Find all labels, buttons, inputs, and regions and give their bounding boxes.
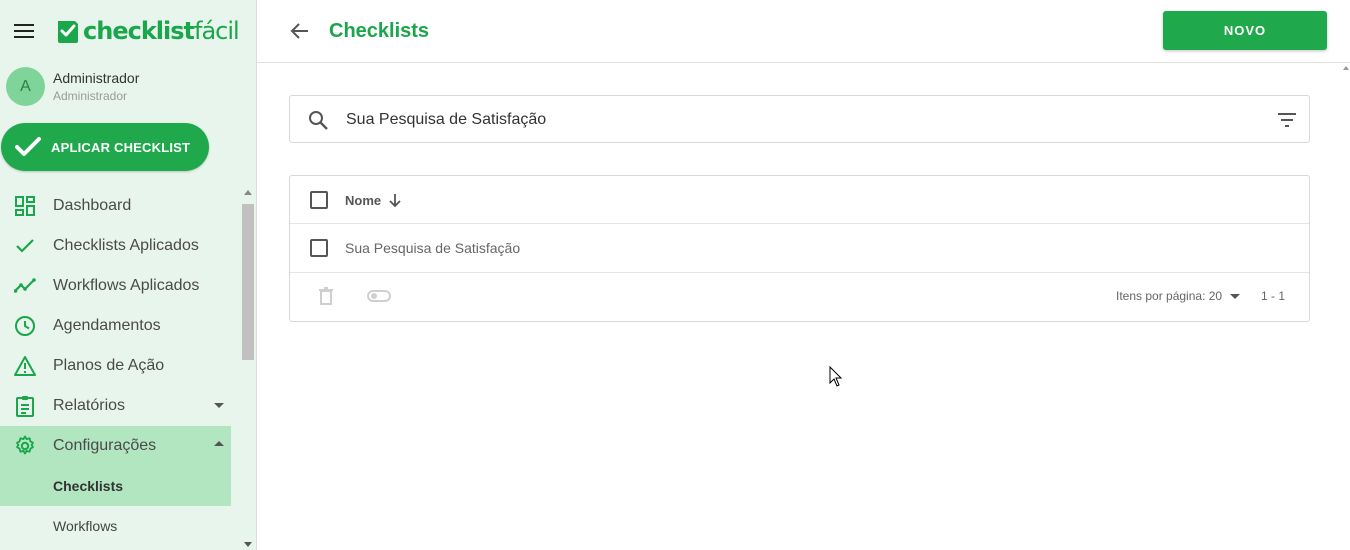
user-profile[interactable]: A Administrador Administrador — [6, 67, 139, 106]
column-header-nome[interactable]: Nome — [345, 192, 403, 208]
chevron-down-icon — [1230, 293, 1241, 299]
check-icon — [15, 137, 41, 156]
filter-icon[interactable] — [1276, 110, 1298, 130]
select-all-checkbox[interactable] — [310, 191, 328, 209]
sidebar-item-label: Agendamentos — [53, 317, 161, 334]
sidebar-item-label: Configurações — [53, 437, 157, 454]
sidebar-item-label: Workflows Aplicados — [53, 277, 200, 294]
brand-logo[interactable]: checklistfácil — [56, 16, 240, 46]
arrow-down-icon — [389, 194, 401, 208]
sidebar-item-label: Dashboard — [53, 197, 132, 214]
sidebar-subitem-workflows[interactable]: Workflows — [0, 506, 231, 546]
page-title: Checklists — [329, 20, 430, 42]
warning-icon — [14, 356, 36, 376]
logo-text: checklistfácil — [83, 17, 240, 45]
sidebar-subitem-label: Workflows — [53, 518, 118, 534]
table-header: Nome — [290, 176, 1309, 224]
mouse-cursor-icon — [829, 366, 843, 387]
back-arrow-icon[interactable] — [289, 20, 311, 42]
dashboard-icon — [15, 196, 35, 216]
sidebar-header: checklistfácil — [0, 0, 256, 62]
user-role: Administrador — [53, 89, 128, 103]
sidebar-item-checklists-aplicados[interactable]: Checklists Aplicados — [0, 226, 231, 266]
apply-checklist-button[interactable]: APLICAR CHECKLIST — [1, 123, 209, 171]
items-per-page-label: Itens por página: 20 — [1116, 289, 1223, 303]
sidebar: checklistfácil A Administrador Administr… — [0, 0, 257, 550]
sidebar-subitem-label: Checklists — [53, 478, 124, 494]
search-bar — [289, 95, 1310, 143]
sidebar-item-dashboard[interactable]: Dashboard — [0, 186, 231, 226]
page-header: Checklists NOVO — [257, 0, 1350, 63]
chevron-down-icon[interactable] — [214, 403, 224, 408]
avatar: A — [6, 67, 45, 106]
apply-checklist-label: APLICAR CHECKLIST — [51, 139, 191, 155]
new-checklist-button[interactable]: NOVO — [1163, 11, 1327, 50]
column-header-label: Nome — [345, 192, 382, 208]
chevron-up-icon[interactable] — [214, 441, 224, 446]
trending-up-icon — [14, 278, 36, 293]
clock-icon — [15, 316, 35, 336]
row-checkbox[interactable] — [310, 239, 328, 257]
checklists-table: Nome Sua Pesquisa de Satisfação Itens po… — [289, 175, 1310, 322]
user-name: Administrador — [53, 70, 140, 86]
row-name[interactable]: Sua Pesquisa de Satisfação — [345, 240, 520, 256]
hamburger-menu-icon[interactable] — [14, 24, 36, 42]
main-scroll-up-icon[interactable] — [1343, 66, 1349, 70]
logo-check-icon — [58, 21, 78, 43]
app-window: checklistfácil A Administrador Administr… — [0, 0, 1350, 550]
sidebar-item-label: Checklists Aplicados — [53, 237, 199, 254]
scroll-up-icon[interactable] — [244, 190, 252, 195]
items-per-page-select[interactable]: Itens por página: 20 — [1116, 289, 1241, 303]
sidebar-item-planos-de-acao[interactable]: Planos de Ação — [0, 346, 231, 386]
main-content: Checklists NOVO Nome — [257, 0, 1350, 550]
sidebar-item-workflows-aplicados[interactable]: Workflows Aplicados — [0, 266, 231, 306]
sidebar-item-label: Planos de Ação — [53, 357, 165, 374]
pagination-range: 1 - 1 — [1261, 289, 1286, 303]
sidebar-item-relatorios[interactable]: Relatórios — [0, 386, 231, 426]
table-row[interactable]: Sua Pesquisa de Satisfação — [290, 224, 1309, 273]
sidebar-item-label: Relatórios — [53, 397, 126, 414]
clipboard-icon — [16, 396, 34, 417]
check-icon — [16, 239, 34, 253]
search-input[interactable] — [346, 108, 1246, 132]
scroll-down-icon[interactable] — [244, 542, 252, 547]
search-icon — [309, 111, 328, 130]
toggle-icon[interactable] — [367, 289, 391, 303]
sidebar-subitem-checklists[interactable]: Checklists — [0, 466, 231, 506]
sidebar-scrollbar[interactable] — [240, 186, 255, 550]
table-footer: Itens por página: 20 1 - 1 — [290, 273, 1309, 322]
scrollbar-thumb[interactable] — [242, 204, 254, 360]
trash-icon[interactable] — [318, 286, 334, 306]
user-info: Administrador Administrador — [53, 70, 139, 103]
sidebar-item-agendamentos[interactable]: Agendamentos — [0, 306, 231, 346]
sidebar-nav: Dashboard Checklists Aplicados Workflows… — [0, 186, 231, 546]
sidebar-item-configuracoes[interactable]: Configurações — [0, 426, 231, 466]
gear-icon — [16, 435, 34, 455]
